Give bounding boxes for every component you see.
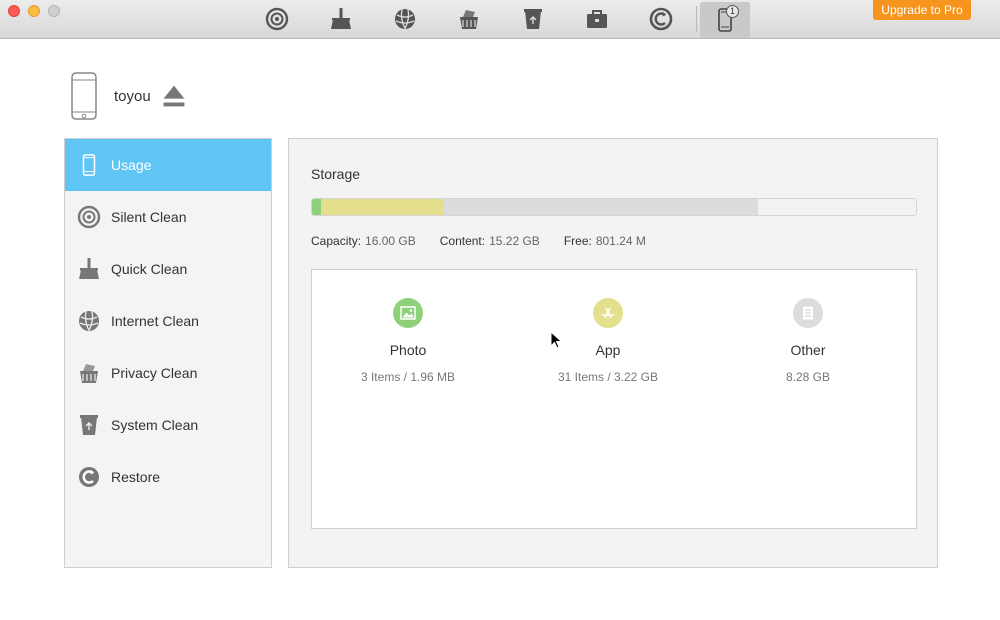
window-zoom-button[interactable] (48, 5, 60, 17)
category-app[interactable]: App 31 Items / 3.22 GB (508, 298, 708, 384)
toolbar-separator (696, 6, 697, 32)
photo-icon (393, 298, 423, 328)
category-name: Other (790, 342, 826, 358)
capacity-value: 16.00 GB (365, 234, 416, 248)
device-count-badge: 1 (726, 5, 739, 18)
storage-segment-other (444, 199, 758, 215)
quick-clean-icon (77, 257, 101, 281)
privacy-clean-icon (77, 361, 101, 385)
internet-clean-icon (395, 9, 415, 29)
sidebar-item-label: Usage (111, 157, 152, 173)
sidebar-item-label: System Clean (111, 417, 199, 433)
category-photo[interactable]: Photo 3 Items / 1.96 MB (308, 298, 508, 384)
sidebar-item-label: Internet Clean (111, 313, 199, 329)
iphone-icon (71, 72, 97, 120)
storage-title: Storage (311, 166, 361, 182)
title-bar: 1 Upgrade to Pro (0, 0, 1000, 39)
capacity-label: Capacity: (311, 234, 362, 248)
sidebar-item-label: Silent Clean (111, 209, 187, 225)
iphone-icon (77, 153, 101, 177)
toolbar-quick-clean-button[interactable] (326, 4, 356, 34)
sidebar-item-label: Privacy Clean (111, 365, 198, 381)
category-other[interactable]: Other 8.28 GB (708, 298, 908, 384)
category-name: Photo (389, 342, 427, 358)
content-value: 15.22 GB (489, 234, 540, 248)
free-label: Free: (563, 234, 592, 248)
storage-bar (311, 198, 917, 216)
storage-stats: Capacity: 16.00 GB Content: 15.22 GB Free:… (311, 234, 670, 248)
content-label: Content: (439, 234, 486, 248)
category-detail: 31 Items / 3.22 GB (557, 370, 659, 384)
silent-clean-icon (77, 205, 101, 229)
sidebar: Usage Silent Clean Quick Clean Internet … (64, 138, 272, 568)
toolbox-icon (587, 10, 607, 28)
system-clean-icon (77, 413, 101, 437)
category-detail: 3 Items / 1.96 MB (360, 370, 456, 384)
toolbar-device-button[interactable]: 1 (700, 2, 750, 38)
usage-panel: Storage Capacity: 16.00 GB Content: 15.22 … (288, 138, 938, 568)
silent-clean-icon (265, 7, 289, 31)
document-icon (793, 298, 823, 328)
sidebar-item-label: Quick Clean (111, 261, 188, 277)
capacity-stat: Capacity: 16.00 GB (311, 234, 416, 248)
toolbar-privacy-clean-button[interactable] (454, 4, 484, 34)
toolbar-silent-clean-button[interactable] (262, 4, 292, 34)
free-value: 801.24 M (595, 234, 646, 248)
sidebar-item-label: Restore (111, 469, 161, 485)
upgrade-to-pro-button[interactable]: Upgrade to Pro (873, 0, 971, 20)
toolbar-toolbox-button[interactable] (582, 4, 612, 34)
sidebar-item-privacy-clean[interactable]: Privacy Clean (65, 347, 271, 399)
category-detail: 8.28 GB (785, 370, 831, 384)
sidebar-item-internet-clean[interactable]: Internet Clean (65, 295, 271, 347)
restore-icon (649, 7, 673, 31)
toolbar-internet-clean-button[interactable] (390, 4, 420, 34)
app-store-icon (593, 298, 623, 328)
device-header: toyou (71, 72, 187, 120)
category-panel: Photo 3 Items / 1.96 MB App 31 Items / 3… (311, 269, 917, 529)
quick-clean-icon (331, 8, 351, 29)
window-close-button[interactable] (8, 5, 20, 17)
sidebar-item-restore[interactable]: Restore (65, 451, 271, 503)
toolbar-system-clean-button[interactable] (518, 4, 548, 34)
content-stat: Content: 15.22 GB (440, 234, 540, 248)
sidebar-item-system-clean[interactable]: System Clean (65, 399, 271, 451)
window-minimize-button[interactable] (28, 5, 40, 17)
device-name: toyou (114, 87, 151, 105)
eject-icon[interactable] (161, 72, 187, 120)
sidebar-item-quick-clean[interactable]: Quick Clean (65, 243, 271, 295)
sidebar-item-usage[interactable]: Usage (65, 139, 271, 191)
sidebar-item-silent-clean[interactable]: Silent Clean (65, 191, 271, 243)
restore-icon (77, 465, 101, 489)
storage-segment-app (321, 199, 444, 215)
internet-clean-icon (77, 309, 101, 333)
free-stat: Free: 801.24 M (564, 234, 646, 248)
toolbar-restore-button[interactable] (646, 4, 676, 34)
mouse-cursor-icon (550, 331, 562, 349)
privacy-clean-icon (460, 10, 478, 29)
storage-segment-photo (312, 199, 321, 215)
system-clean-icon (524, 9, 542, 29)
category-name: App (595, 342, 621, 358)
